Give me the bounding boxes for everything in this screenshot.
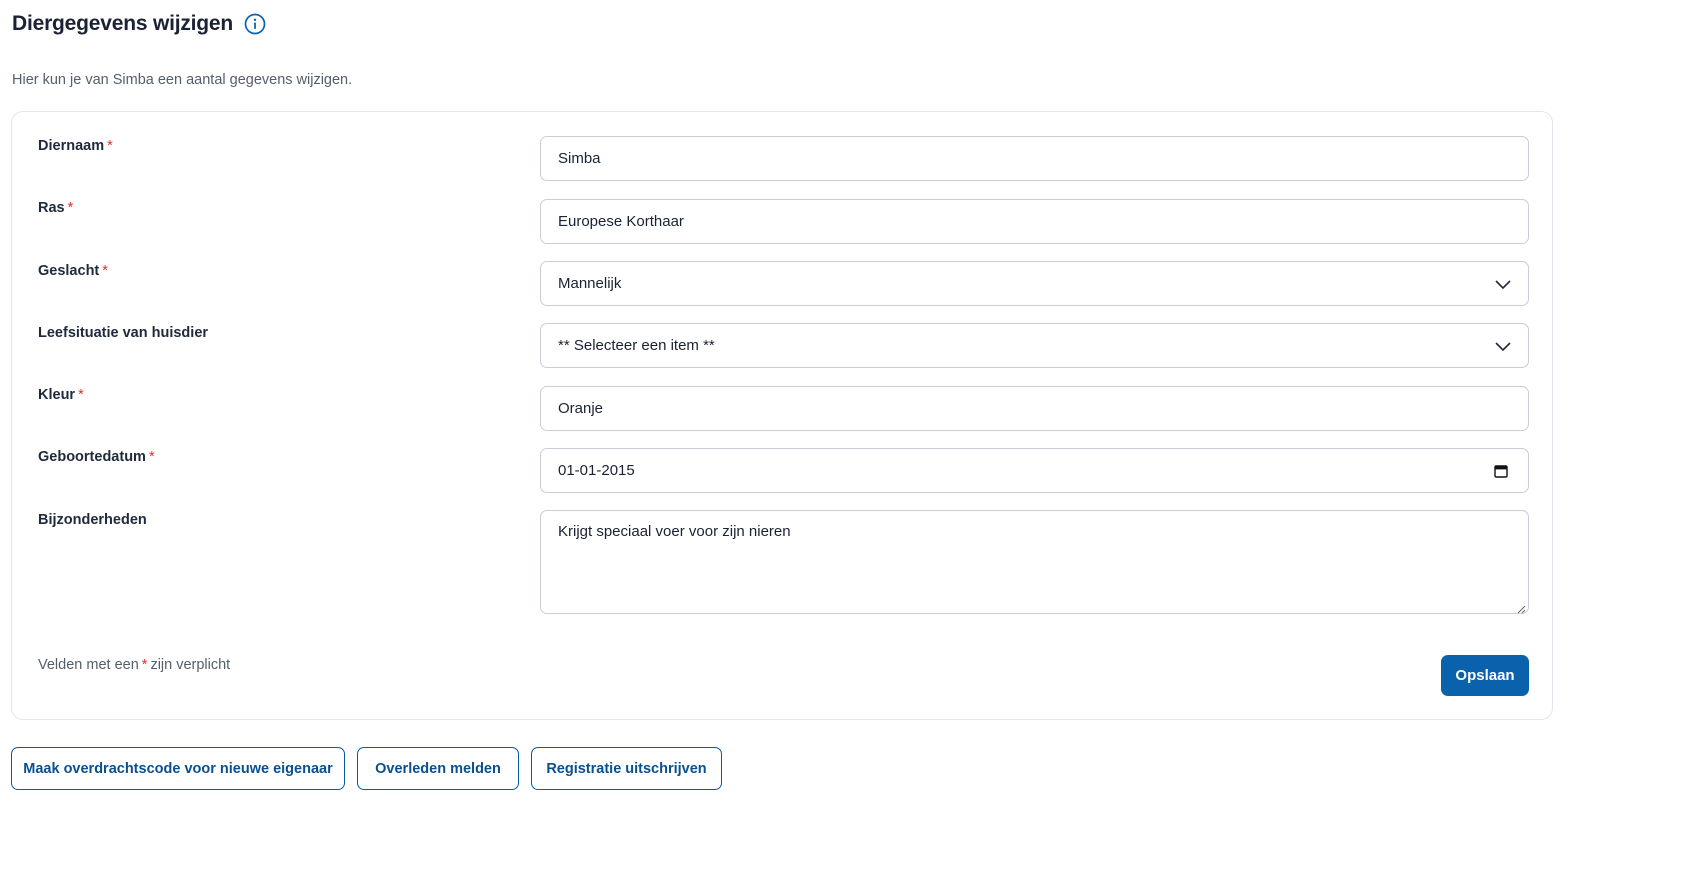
label-bijzonderheden: Bijzonderheden <box>38 512 147 528</box>
select-value: Mannelijk <box>558 275 622 292</box>
label-text: Ras <box>38 200 65 216</box>
diernaam-input[interactable]: Simba <box>540 136 1529 181</box>
page-title: Diergegevens wijzigen <box>12 12 234 35</box>
label-text: Leefsituatie van huisdier <box>38 325 209 341</box>
title-row: Diergegevens wijzigen <box>12 12 266 36</box>
label-geboortedatum: Geboortedatum * <box>38 449 155 465</box>
required-asterisk: * <box>107 138 113 154</box>
input-value: Europese Korthaar <box>558 213 684 230</box>
required-fields-note: Velden met een * zijn verplicht <box>38 657 230 673</box>
unregister-button[interactable]: Registratie uitschrijven <box>531 747 722 790</box>
chevron-down-icon <box>1494 337 1512 355</box>
label-text: Kleur <box>38 387 76 403</box>
required-asterisk: * <box>78 387 84 403</box>
label-ras: Ras * <box>38 200 73 216</box>
note-text-after: zijn verplicht <box>150 657 231 673</box>
required-asterisk: * <box>148 449 155 465</box>
note-text-before: Velden met een <box>38 657 139 673</box>
label-text: Diernaam <box>38 138 105 154</box>
resize-handle-icon[interactable] <box>1516 601 1526 614</box>
calendar-icon[interactable] <box>1494 464 1508 478</box>
label-leefsituatie: Leefsituatie van huisdier <box>38 325 208 341</box>
input-value: Simba <box>558 150 601 167</box>
label-kleur: Kleur * <box>38 387 84 403</box>
page: Diergegevens wijzigen Hier kun je van Si… <box>0 0 1701 886</box>
geslacht-select[interactable]: Mannelijk <box>540 261 1529 306</box>
required-asterisk: * <box>141 657 148 673</box>
input-value: Oranje <box>558 400 604 417</box>
date-value: 01-01-2015 <box>558 462 635 479</box>
kleur-input[interactable]: Oranje <box>540 386 1529 431</box>
textarea-value: Krijgt speciaal voer voor zijn nieren <box>558 523 791 540</box>
label-diernaam: Diernaam * <box>38 138 113 154</box>
ras-input[interactable]: Europese Korthaar <box>540 199 1529 244</box>
leefsituatie-select[interactable]: ** Selecteer een item ** <box>540 323 1529 368</box>
save-button[interactable]: Opslaan <box>1441 655 1529 696</box>
label-geslacht: Geslacht * <box>38 263 108 279</box>
transfer-code-button[interactable]: Maak overdrachtscode voor nieuwe eigenaa… <box>11 747 345 790</box>
required-asterisk: * <box>102 263 108 279</box>
label-text: Bijzonderheden <box>38 512 147 528</box>
chevron-down-icon <box>1494 275 1512 293</box>
page-subtitle: Hier kun je van Simba een aantal gegeven… <box>12 72 353 88</box>
select-value: ** Selecteer een item ** <box>558 337 715 354</box>
required-asterisk: * <box>67 200 74 216</box>
geboortedatum-input[interactable]: 01-01-2015 <box>540 448 1529 493</box>
bijzonderheden-textarea[interactable]: Krijgt speciaal voer voor zijn nieren <box>540 510 1529 614</box>
report-deceased-button[interactable]: Overleden melden <box>357 747 519 790</box>
label-text: Geslacht <box>38 263 100 279</box>
edit-form-card: Diernaam * Simba Ras * Europese Korthaar G… <box>11 111 1553 720</box>
info-icon[interactable] <box>244 13 266 35</box>
label-text: Geboortedatum <box>38 449 146 465</box>
